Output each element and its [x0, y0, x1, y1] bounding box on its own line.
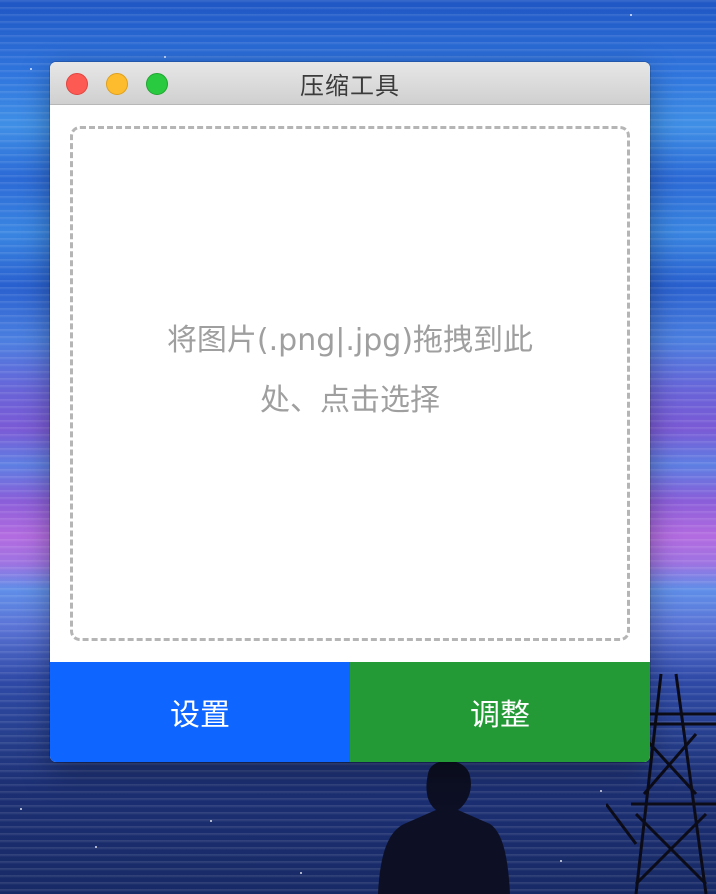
desktop-wallpaper: 压缩工具 将图片(.png|.jpg)拖拽到此处、点击选择 设置 调整 [0, 0, 716, 894]
maximize-window-button[interactable] [146, 73, 168, 95]
wallpaper-star [95, 846, 97, 848]
drop-zone-instruction: 将图片(.png|.jpg)拖拽到此处、点击选择 [166, 323, 534, 418]
close-window-button[interactable] [66, 73, 88, 95]
wallpaper-star [300, 872, 302, 874]
adjust-button[interactable]: 调整 [350, 662, 650, 762]
wallpaper-star [164, 56, 166, 58]
wallpaper-star [210, 820, 212, 822]
window-content: 将图片(.png|.jpg)拖拽到此处、点击选择 [50, 105, 650, 662]
wallpaper-star [560, 860, 562, 862]
wallpaper-star [20, 808, 22, 810]
compress-tool-window: 压缩工具 将图片(.png|.jpg)拖拽到此处、点击选择 设置 调整 [50, 62, 650, 762]
window-titlebar[interactable]: 压缩工具 [50, 62, 650, 105]
wallpaper-star [630, 14, 632, 16]
minimize-window-button[interactable] [106, 73, 128, 95]
window-title: 压缩工具 [300, 71, 400, 100]
wallpaper-star [600, 790, 602, 792]
action-buttons-bar: 设置 调整 [50, 662, 650, 762]
image-drop-zone[interactable]: 将图片(.png|.jpg)拖拽到此处、点击选择 [70, 126, 630, 641]
wallpaper-star [30, 68, 32, 70]
person-silhouette [378, 760, 510, 894]
settings-button[interactable]: 设置 [50, 662, 350, 762]
